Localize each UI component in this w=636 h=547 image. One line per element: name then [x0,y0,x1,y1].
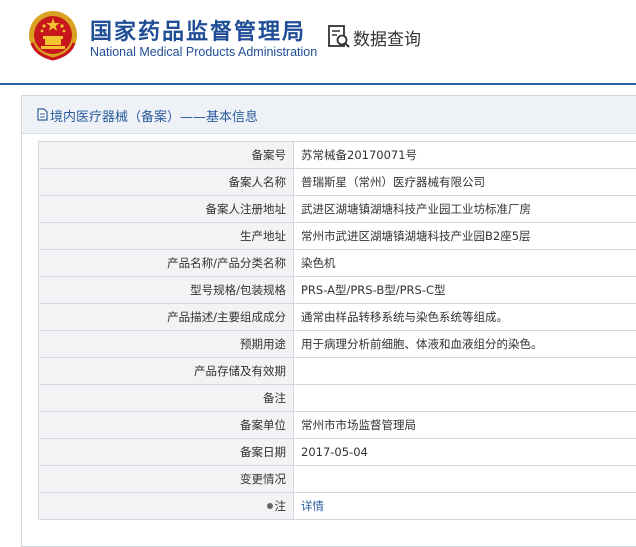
field-label: 预期用途 [39,331,294,358]
table-row: 型号规格/包装规格 PRS-A型/PRS-B型/PRS-C型 [39,277,636,304]
field-value-text: PRS-A型/PRS-B型/PRS-C型 [301,283,446,297]
field-label: 型号规格/包装规格 [39,277,294,304]
site-header: 国家药品监督管理局 National Medical Products Admi… [0,0,636,84]
field-value-text: 常州市武进区湖塘镇湖塘科技产业园B2座5层 [301,229,531,243]
field-value: 常州市武进区湖塘镇湖塘科技产业园B2座5层 [294,223,636,250]
field-label: 产品描述/主要组成成分 [39,304,294,331]
field-label-text: 备注 [263,391,286,405]
field-label-text: 变更情况 [240,472,286,486]
field-label-text: 产品描述/主要组成成分 [167,310,286,324]
field-label: 备案人名称 [39,169,294,196]
field-label: 备案号 [39,142,294,169]
data-query-link[interactable]: 数据查询 [353,25,421,50]
field-label-text: 产品存储及有效期 [194,364,286,378]
field-label: 备案人注册地址 [39,196,294,223]
field-label: 备案日期 [39,439,294,466]
table-row: 备案人注册地址武进区湖塘镇湖塘科技产业园工业坊标准厂房 [39,196,636,223]
field-value-text: 用于病理分析前细胞、体液和血液组分的染色。 [301,337,543,351]
detail-panel: 境内医疗器械（备案）——基本信息 备案号苏常械备20170071号备案人名称普瑞… [21,95,636,547]
field-value: 详情 [294,493,636,520]
national-emblem-icon [26,9,80,61]
field-value-text: 武进区湖塘镇湖塘科技产业园工业坊标准厂房 [301,202,531,216]
table-row: 备注 [39,385,636,412]
field-value: 常州市市场监督管理局 [294,412,636,439]
field-label-text: 型号规格/包装规格 [190,283,286,297]
field-value [294,385,636,412]
table-row: 备案日期 2017-05-04 [39,439,636,466]
field-label: 产品存储及有效期 [39,358,294,385]
site-subtitle: National Medical Products Administration [90,45,317,59]
field-value: 通常由样品转移系统与染色系统等组成。 [294,304,636,331]
panel-title: 境内医疗器械（备案）——基本信息 [50,106,258,125]
field-value-text: 通常由样品转移系统与染色系统等组成。 [301,310,508,324]
field-value: PRS-A型/PRS-B型/PRS-C型 [294,277,636,304]
field-value: 染色机 [294,250,636,277]
field-label-text: 备案日期 [240,445,286,459]
table-row: 备案号苏常械备20170071号 [39,142,636,169]
field-label-text: 备案人名称 [229,175,287,189]
table-row: 生产地址 常州市武进区湖塘镇湖塘科技产业园B2座5层 [39,223,636,250]
field-value-text: 染色机 [301,256,336,270]
field-value-text: 普瑞斯星（常州）医疗器械有限公司 [301,175,485,189]
field-label: 备注 [39,385,294,412]
table-row: 产品描述/主要组成成分 通常由样品转移系统与染色系统等组成。 [39,304,636,331]
field-value: 武进区湖塘镇湖塘科技产业园工业坊标准厂房 [294,196,636,223]
table-row: 产品名称/产品分类名称 染色机 [39,250,636,277]
field-label: 生产地址 [39,223,294,250]
table-row: 备案单位 常州市市场监督管理局 [39,412,636,439]
table-row: 变更情况 [39,466,636,493]
field-label-text: 生产地址 [240,229,286,243]
field-label: 产品名称/产品分类名称 [39,250,294,277]
table-row: 预期用途 用于病理分析前细胞、体液和血液组分的染色。 [39,331,636,358]
details-link[interactable]: 详情 [301,499,324,513]
data-search-icon[interactable] [327,24,351,50]
table-row: 产品存储及有效期 [39,358,636,385]
field-value [294,358,636,385]
field-label-text: 产品名称/产品分类名称 [167,256,286,270]
field-label: 备案单位 [39,412,294,439]
field-label: 注 [39,493,294,520]
field-label-text: 备案人注册地址 [206,202,287,216]
field-label-text: 备案单位 [240,418,286,432]
panel-header: 境内医疗器械（备案）——基本信息 [22,96,636,134]
table-row: 注详情 [39,493,636,520]
field-value: 2017-05-04 [294,439,636,466]
record-table: 备案号苏常械备20170071号备案人名称普瑞斯星（常州）医疗器械有限公司备案人… [38,141,636,520]
field-value-text: 苏常械备20170071号 [301,148,417,162]
field-value: 苏常械备20170071号 [294,142,636,169]
field-value-text: 2017-05-04 [301,445,368,459]
field-label-text: 预期用途 [240,337,286,351]
field-label-text: 注 [275,499,287,513]
header-divider [0,83,636,85]
field-value: 普瑞斯星（常州）医疗器械有限公司 [294,169,636,196]
field-value-text: 常州市市场监督管理局 [301,418,416,432]
field-value [294,466,636,493]
site-title: 国家药品监督管理局 [90,14,306,46]
field-value: 用于病理分析前细胞、体液和血液组分的染色。 [294,331,636,358]
document-icon [37,108,48,121]
table-row: 备案人名称普瑞斯星（常州）医疗器械有限公司 [39,169,636,196]
bullet-icon [267,503,273,509]
field-label: 变更情况 [39,466,294,493]
field-label-text: 备案号 [252,148,287,162]
